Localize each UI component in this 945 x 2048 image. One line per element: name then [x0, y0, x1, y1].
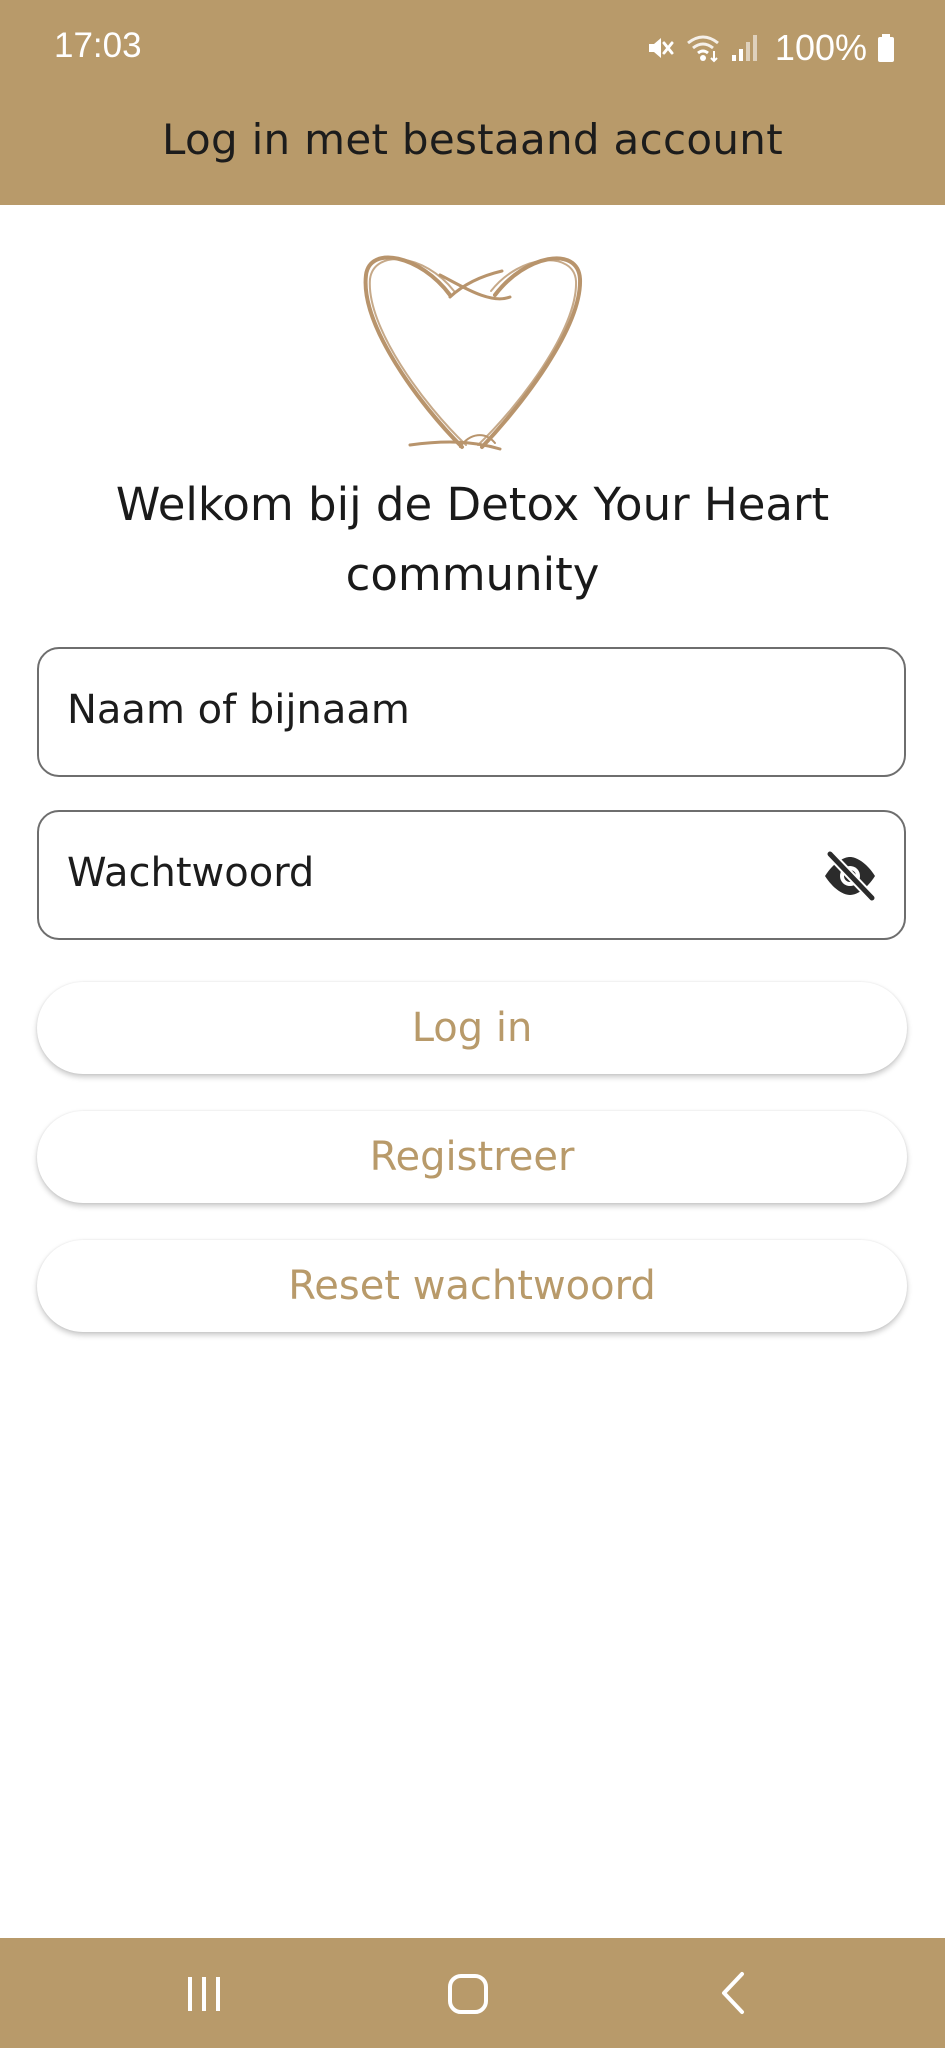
wifi-icon [685, 33, 721, 63]
register-button[interactable]: Registreer [37, 1111, 907, 1203]
recent-apps-icon[interactable] [164, 1958, 244, 2028]
reset-password-button[interactable]: Reset wachtwoord [37, 1240, 907, 1332]
home-icon[interactable] [428, 1958, 508, 2028]
back-icon[interactable] [694, 1958, 774, 2028]
heart-logo [350, 235, 595, 465]
app-header: 17:03 100% Log in met bestaand account [0, 0, 945, 205]
name-field-placeholder: Naam of bijnaam [67, 687, 410, 733]
status-icons: 100% [645, 27, 895, 68]
page-title: Log in met bestaand account [162, 115, 783, 164]
battery-icon [877, 33, 895, 63]
battery-percentage: 100% [774, 27, 867, 68]
login-button[interactable]: Log in [37, 982, 907, 1074]
name-field[interactable]: Naam of bijnaam [37, 647, 906, 777]
password-field-placeholder: Wachtwoord [67, 850, 315, 896]
eye-off-icon[interactable] [822, 849, 878, 903]
navigation-bar [0, 1938, 945, 2048]
status-time: 17:03 [54, 26, 142, 65]
signal-icon [731, 33, 759, 63]
welcome-message: Welkom bij de Detox Your Heart community [115, 478, 830, 601]
login-screen: 17:03 100% Log in met bestaand account W… [0, 0, 945, 2048]
status-bar: 17:03 100% [0, 0, 945, 100]
password-field[interactable]: Wachtwoord [37, 810, 906, 940]
mute-icon [645, 33, 675, 63]
